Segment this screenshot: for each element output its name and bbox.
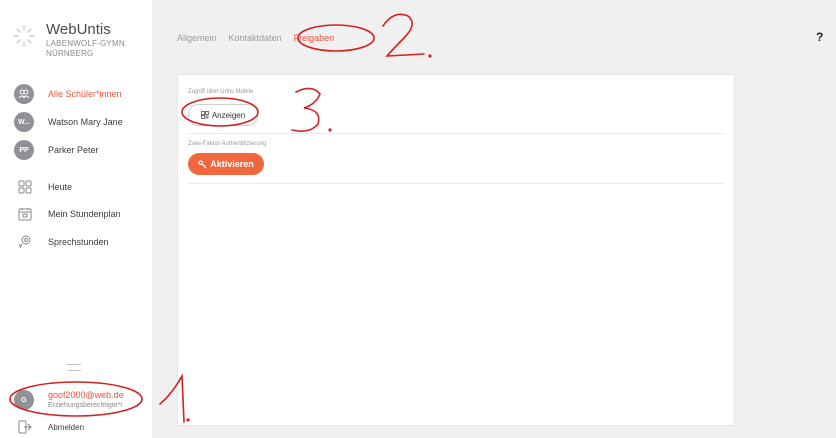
nav-label: Heute <box>48 182 73 192</box>
sidebar-resize-handle[interactable] <box>67 364 81 371</box>
nav-item-heute[interactable]: Heute <box>18 177 72 197</box>
logout-icon <box>18 420 32 434</box>
activate-button[interactable]: Aktivieren <box>188 153 264 175</box>
two-factor-label: Zwei-Faktor-Authentifizierung <box>188 141 267 147</box>
account-item[interactable]: G goof2000@web.de Erziehungsberechtigte*… <box>14 390 124 410</box>
tab-freigaben[interactable]: Freigaben <box>294 33 335 43</box>
tab-allgemein[interactable]: Allgemein <box>177 33 217 43</box>
nav-label: Sprechstunden <box>48 237 109 247</box>
app-logo[interactable]: WebUntis LABENWOLF-GYMN. NÜRNBERG <box>12 22 127 58</box>
group-avatar <box>14 84 34 104</box>
divider <box>188 183 724 184</box>
avatar: PP <box>14 140 34 160</box>
account-role: Erziehungsberechtigte*r <box>48 402 123 409</box>
person-item-watson[interactable]: W... Watson Mary Jane <box>14 111 123 133</box>
nav-item-stundenplan[interactable]: Mein Stundenplan <box>18 204 121 224</box>
annotation-number-two <box>382 13 425 57</box>
mobile-access-label: Zugriff über Untis Mobile <box>188 89 254 95</box>
tab-kontaktdaten[interactable]: Kontaktdaten <box>229 33 282 43</box>
person-label: Alle Schüler*innen <box>48 89 122 99</box>
school-name-line2: NÜRNBERG <box>46 49 94 58</box>
nav-item-sprechstunden[interactable]: Sprechstunden <box>18 232 109 252</box>
person-item-parker[interactable]: PP Parker Peter <box>14 139 99 161</box>
avatar: W... <box>14 112 34 132</box>
webuntis-logo-icon <box>13 25 35 47</box>
help-button[interactable]: ? <box>816 30 823 44</box>
logout-label: Abmelden <box>48 422 85 432</box>
divider <box>188 133 724 134</box>
consultation-icon <box>19 235 31 249</box>
person-item-all-students[interactable]: Alle Schüler*innen <box>14 83 122 105</box>
avatar: G <box>14 390 34 410</box>
person-label: Parker Peter <box>48 145 99 155</box>
nav-label: Mein Stundenplan <box>48 209 121 219</box>
account-email: goof2000@web.de <box>48 390 124 400</box>
person-label: Watson Mary Jane <box>48 117 123 127</box>
show-button-label: Anzeigen <box>211 110 246 120</box>
tab-bar: Allgemein Kontaktdaten Freigaben <box>177 33 346 43</box>
annotation-dot-two <box>428 54 432 58</box>
grid-icon <box>18 180 32 194</box>
group-icon <box>18 89 30 99</box>
logout-button[interactable]: Abmelden <box>18 420 84 434</box>
calendar-icon <box>18 208 32 221</box>
app-title: WebUntis <box>46 21 111 38</box>
settings-card: Zugriff über Untis Mobile Anzeigen Zwei-… <box>177 74 735 426</box>
key-icon <box>198 159 207 168</box>
sidebar: WebUntis LABENWOLF-GYMN. NÜRNBERG Alle S… <box>0 0 152 438</box>
show-button[interactable]: Anzeigen <box>188 104 258 126</box>
activate-button-label: Aktivieren <box>210 159 254 169</box>
qr-code-icon <box>200 111 209 119</box>
school-name-line1: LABENWOLF-GYMN. <box>46 39 128 48</box>
